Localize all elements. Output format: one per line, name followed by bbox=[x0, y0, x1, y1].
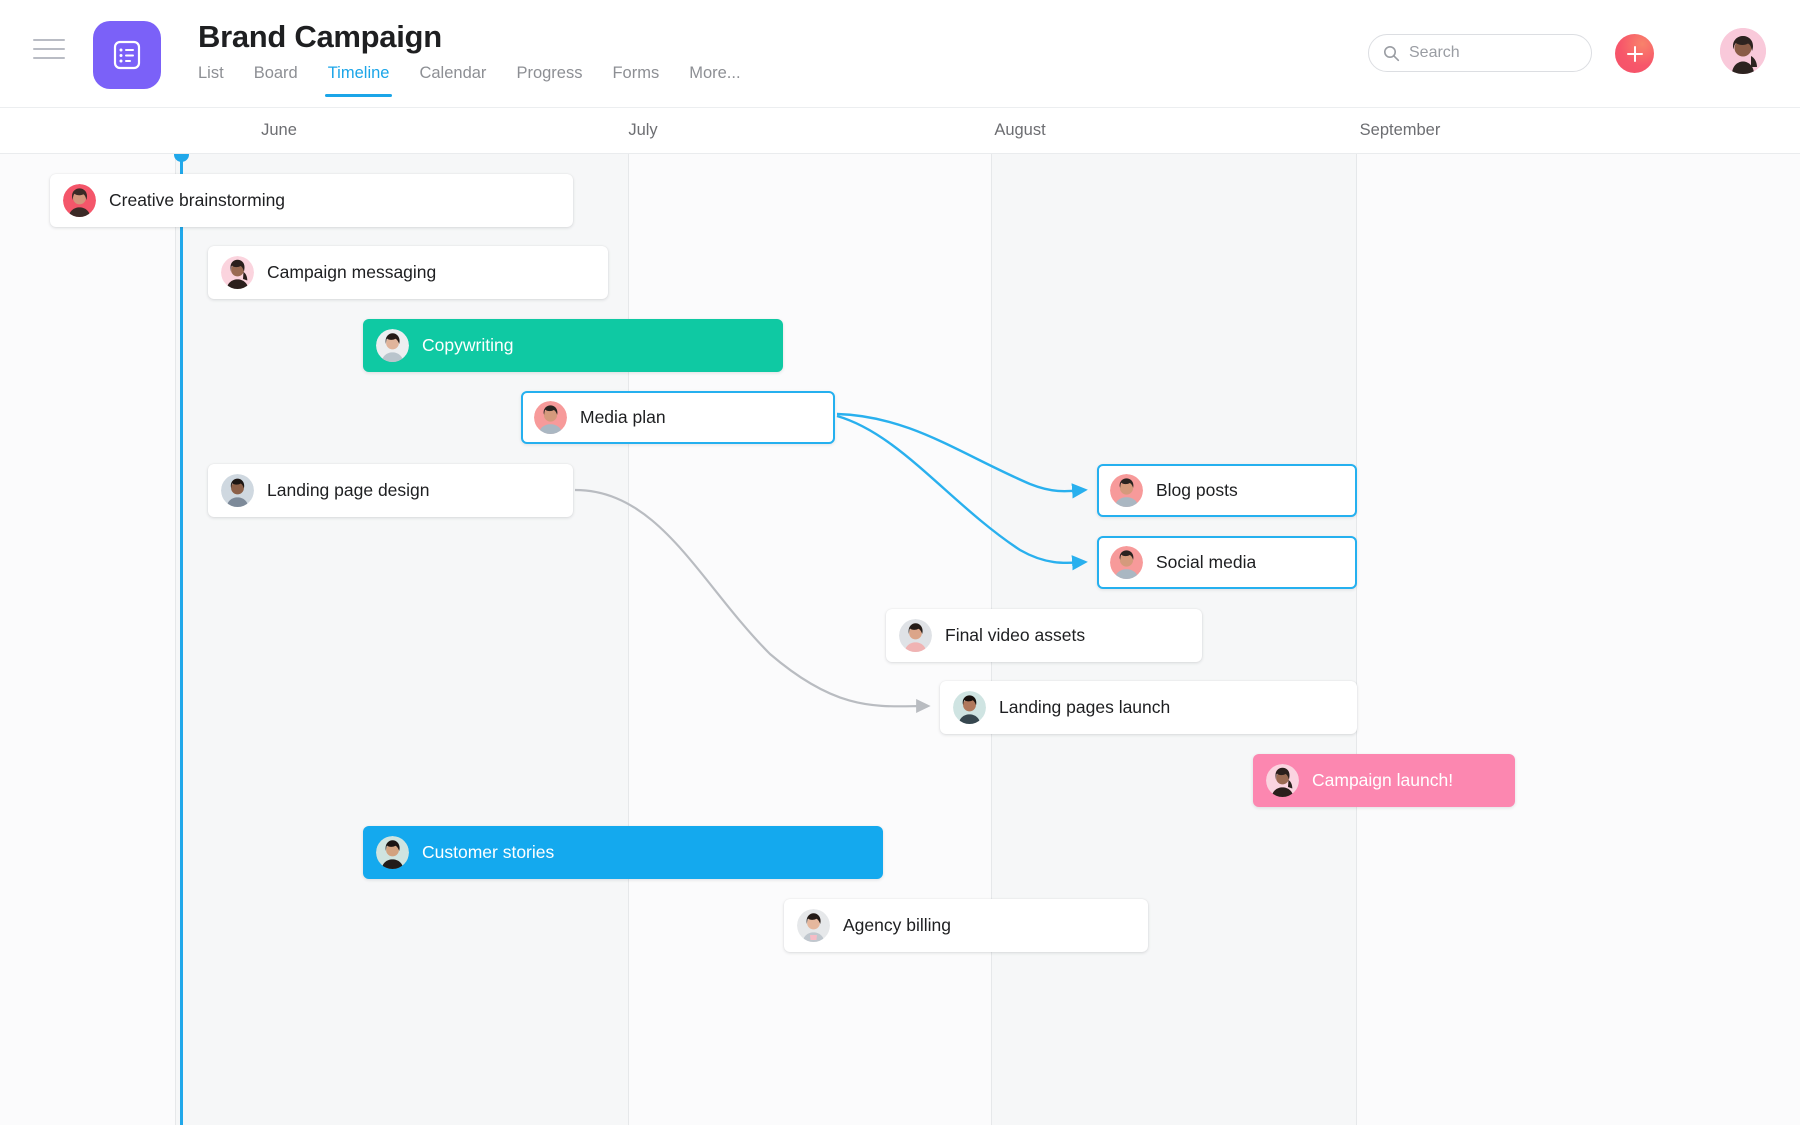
task-bar-copywriting[interactable]: Copywriting bbox=[363, 319, 783, 372]
task-label: Customer stories bbox=[422, 842, 555, 862]
assignee-avatar-icon bbox=[534, 401, 567, 434]
tab-timeline[interactable]: Timeline bbox=[324, 62, 393, 97]
task-label: Media plan bbox=[580, 407, 666, 427]
task-bar-campaign-launch[interactable]: Campaign launch! bbox=[1253, 754, 1515, 807]
hamburger-menu-icon[interactable] bbox=[32, 36, 66, 62]
task-bar-social-media[interactable]: Social media bbox=[1097, 536, 1357, 589]
task-label: Final video assets bbox=[945, 625, 1086, 645]
search-icon bbox=[1383, 45, 1400, 62]
assignee-avatar-icon bbox=[1110, 546, 1143, 579]
task-bar-final-video-assets[interactable]: Final video assets bbox=[886, 609, 1202, 662]
view-tabs: List Board Timeline Calendar Progress Fo… bbox=[198, 62, 741, 97]
assignee-avatar-icon bbox=[953, 691, 986, 724]
plus-icon bbox=[1626, 45, 1643, 62]
tab-calendar[interactable]: Calendar bbox=[419, 62, 486, 97]
task-label: Copywriting bbox=[422, 335, 514, 355]
month-label-august: August bbox=[994, 121, 1046, 139]
task-label: Social media bbox=[1156, 552, 1257, 572]
hamburger-bar bbox=[33, 48, 65, 50]
dependency-landing-page-design-to-landing-pages-launch bbox=[574, 488, 931, 714]
search-input[interactable]: Search bbox=[1368, 34, 1592, 72]
hamburger-bar bbox=[33, 57, 65, 59]
tab-more[interactable]: More... bbox=[689, 62, 740, 97]
timeline-month-header: June July August September bbox=[0, 107, 1800, 154]
timeline-app: Brand Campaign List Board Timeline Calen… bbox=[0, 0, 1800, 1125]
timeline-canvas[interactable]: Creative brainstorming Campaign messagin… bbox=[0, 154, 1800, 1125]
task-bar-blog-posts[interactable]: Blog posts bbox=[1097, 464, 1357, 517]
tab-list[interactable]: List bbox=[198, 62, 224, 97]
month-label-june: June bbox=[261, 121, 297, 139]
task-bar-media-plan[interactable]: Media plan bbox=[521, 391, 835, 444]
assignee-avatar-icon bbox=[376, 329, 409, 362]
assignee-avatar-icon bbox=[1110, 474, 1143, 507]
task-bar-customer-stories[interactable]: Customer stories bbox=[363, 826, 883, 879]
assignee-avatar-icon bbox=[1266, 764, 1299, 797]
dependency-media-plan-to-blog-posts bbox=[836, 412, 1088, 499]
avatar[interactable] bbox=[1720, 28, 1766, 74]
task-label: Campaign messaging bbox=[267, 262, 437, 282]
task-bar-creative-brainstorming[interactable]: Creative brainstorming bbox=[50, 174, 573, 227]
task-label: Landing page design bbox=[267, 480, 430, 500]
search-placeholder: Search bbox=[1409, 44, 1460, 61]
task-bar-landing-pages-launch[interactable]: Landing pages launch bbox=[940, 681, 1357, 734]
page-title: Brand Campaign bbox=[198, 19, 442, 54]
title-block: Brand Campaign List Board Timeline Calen… bbox=[198, 18, 741, 97]
task-label: Agency billing bbox=[843, 915, 951, 935]
tab-progress[interactable]: Progress bbox=[516, 62, 582, 97]
month-label-july: July bbox=[628, 121, 658, 139]
assignee-avatar-icon bbox=[221, 256, 254, 289]
tab-board[interactable]: Board bbox=[254, 62, 298, 97]
task-label: Creative brainstorming bbox=[109, 190, 286, 210]
month-label-september: September bbox=[1359, 121, 1441, 139]
assignee-avatar-icon bbox=[376, 836, 409, 869]
assignee-avatar-icon bbox=[899, 619, 932, 652]
hamburger-bar bbox=[33, 39, 65, 41]
task-bar-landing-page-design[interactable]: Landing page design bbox=[208, 464, 573, 517]
tab-forms[interactable]: Forms bbox=[612, 62, 659, 97]
task-label: Blog posts bbox=[1156, 480, 1238, 500]
task-bar-agency-billing[interactable]: Agency billing bbox=[784, 899, 1148, 952]
assignee-avatar-icon bbox=[221, 474, 254, 507]
add-task-button[interactable] bbox=[1615, 34, 1654, 73]
assignee-avatar-icon bbox=[797, 909, 830, 942]
today-marker-line bbox=[180, 154, 183, 1125]
task-label: Campaign launch! bbox=[1312, 770, 1454, 790]
list-app-icon[interactable] bbox=[93, 21, 161, 89]
task-label: Landing pages launch bbox=[999, 697, 1171, 717]
app-header: Brand Campaign List Board Timeline Calen… bbox=[0, 0, 1800, 107]
task-bar-campaign-messaging[interactable]: Campaign messaging bbox=[208, 246, 608, 299]
assignee-avatar-icon bbox=[63, 184, 96, 217]
